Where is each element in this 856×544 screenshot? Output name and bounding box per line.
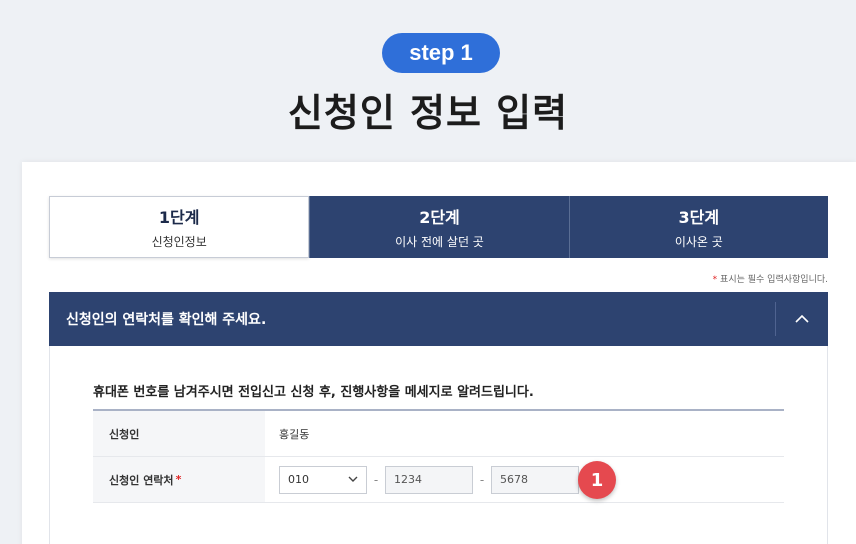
table-row-contact: 신청인 연락처 * 010 - - [93, 457, 784, 503]
required-note: * 표시는 필수 입력사항입니다. [713, 272, 828, 285]
contact-required-star: * [175, 473, 182, 486]
tab-step-1-sub: 신청인정보 [151, 235, 207, 249]
contact-value: 010 - - [265, 465, 579, 494]
required-note-text: 표시는 필수 입력사항입니다. [720, 275, 828, 285]
applicant-info-table: 신청인 홍길동 신청인 연락처 * 010 - - [93, 409, 784, 503]
section-collapse-button[interactable] [776, 292, 828, 346]
phone-dash-1: - [373, 472, 379, 487]
applicant-name: 홍길동 [279, 427, 310, 441]
phone-prefix-select[interactable]: 010 [279, 465, 367, 494]
tab-step-2-sub: 이사 전에 살던 곳 [395, 235, 484, 249]
contact-label: 신청인 연락처 * [93, 457, 265, 502]
tab-step-3-label: 3단계 [678, 208, 720, 227]
contact-label-text: 신청인 연락처 [109, 473, 174, 487]
applicant-value: 홍길동 [265, 426, 309, 442]
tab-step-1-label: 1단계 [158, 208, 200, 227]
tab-step-3[interactable]: 3단계 이사온 곳 [568, 196, 828, 258]
step-badge: step 1 [382, 33, 500, 73]
section-title: 신청인의 연락처를 확인해 주세요. [66, 312, 267, 328]
table-row-applicant: 신청인 홍길동 [93, 411, 784, 457]
phone-dash-2: - [479, 472, 485, 487]
required-star: * [712, 275, 718, 285]
section-header: 신청인의 연락처를 확인해 주세요. [49, 292, 828, 346]
tab-step-1[interactable]: 1단계 신청인정보 [49, 196, 310, 258]
page-title: 신청인 정보 입력 [287, 91, 569, 135]
step-tabs: 1단계 신청인정보 2단계 이사 전에 살던 곳 3단계 이사온 곳 [49, 196, 828, 258]
phone-middle-input[interactable] [385, 465, 473, 494]
chevron-down-icon [348, 476, 358, 482]
step-marker-badge: 1 [578, 461, 616, 499]
chevron-up-icon [795, 314, 809, 323]
phone-prefix-value: 010 [288, 473, 309, 486]
tab-step-2[interactable]: 2단계 이사 전에 살던 곳 [309, 196, 569, 258]
applicant-label: 신청인 [93, 411, 265, 456]
applicant-label-text: 신청인 [109, 427, 140, 441]
guide-text: 휴대폰 번호를 남겨주시면 전입신고 신청 후, 진행사항을 메세지로 알려드립… [93, 385, 534, 400]
tab-step-3-sub: 이사온 곳 [674, 235, 723, 249]
phone-last-input[interactable] [491, 465, 579, 494]
tab-step-2-label: 2단계 [419, 208, 460, 227]
